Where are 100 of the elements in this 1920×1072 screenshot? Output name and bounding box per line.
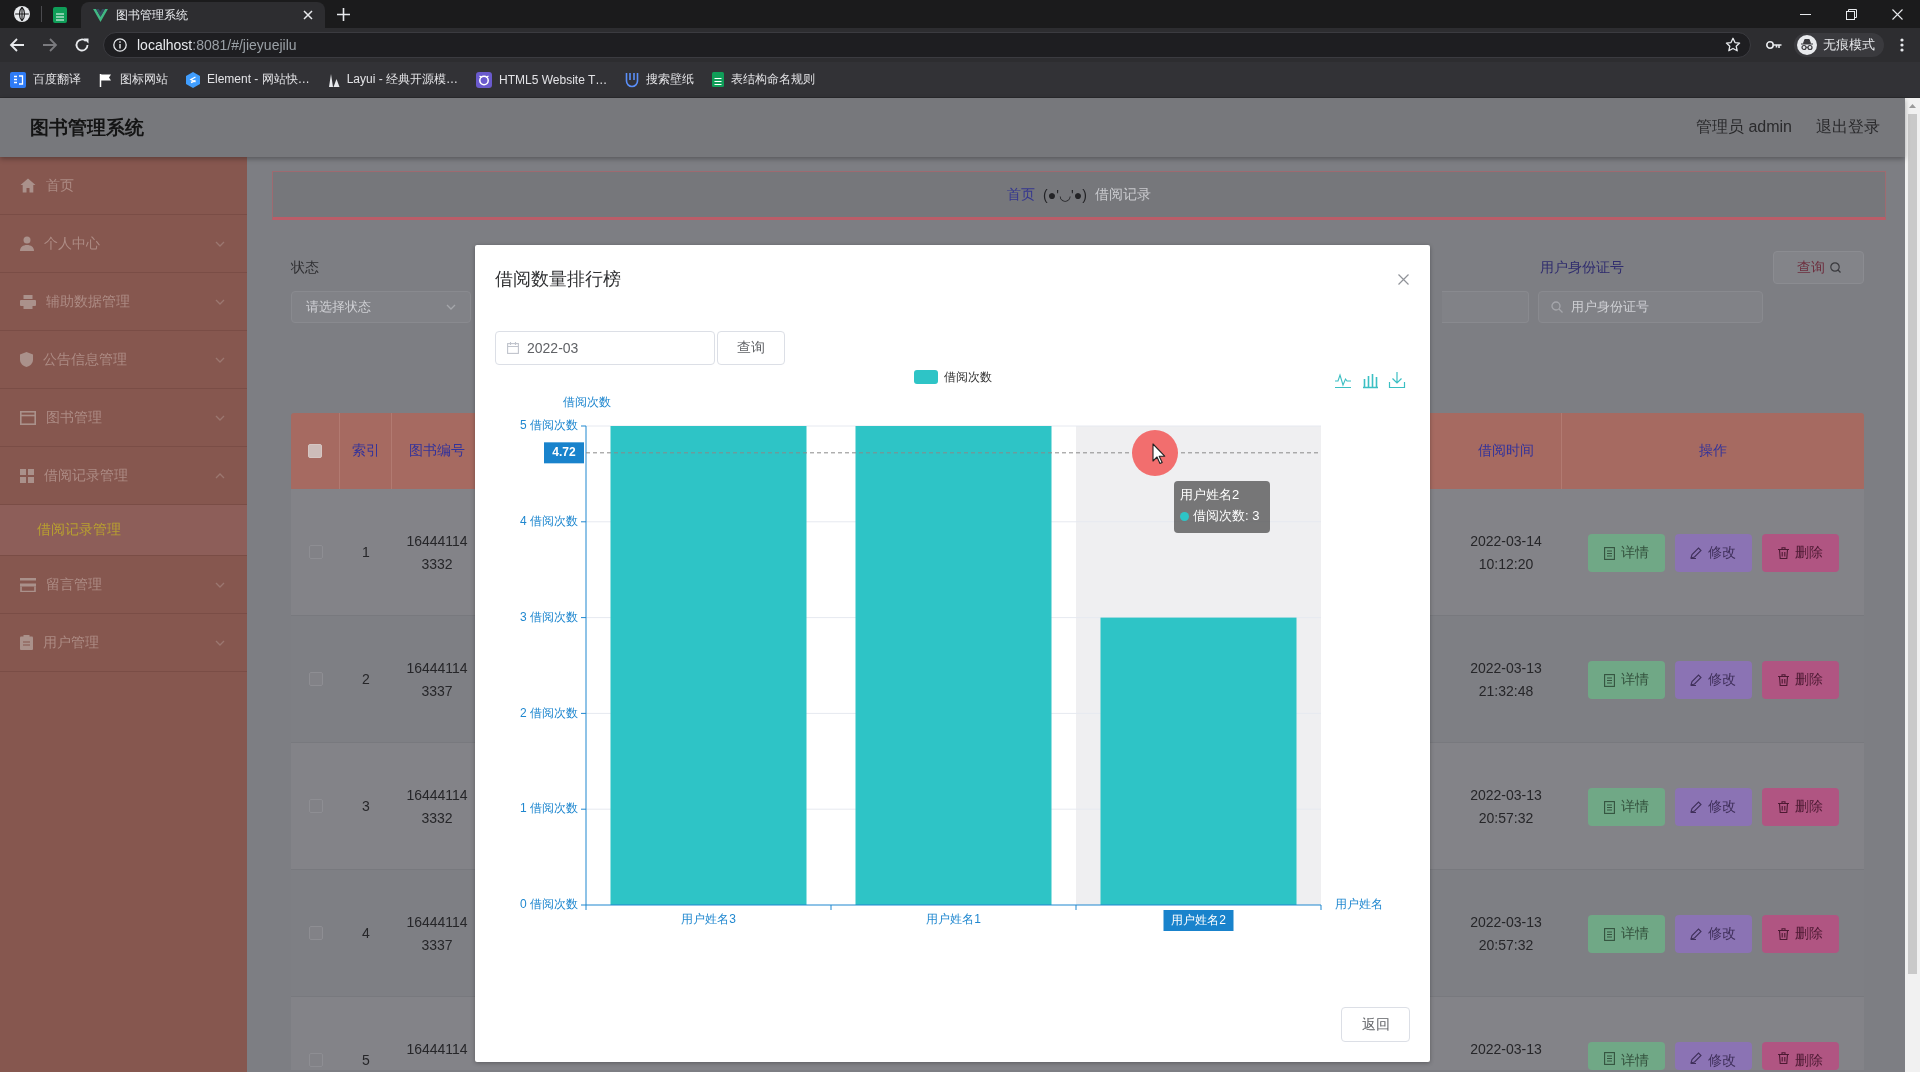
breadcrumb-separator: (●'◡'●) bbox=[1043, 186, 1087, 203]
pen-icon bbox=[1690, 801, 1702, 813]
axis-title: 用户姓名 bbox=[1335, 897, 1383, 912]
axis-label: 用户姓名3 bbox=[681, 912, 736, 927]
column-header: 索引 bbox=[351, 442, 380, 460]
info-icon[interactable] bbox=[113, 38, 127, 52]
detail-button[interactable]: 详情 bbox=[1587, 534, 1665, 572]
bar-chart-icon[interactable] bbox=[1362, 373, 1379, 389]
ref-line-label: 4.72 bbox=[552, 445, 576, 460]
axis-pointer-label: 用户姓名2 bbox=[1163, 910, 1234, 931]
trash-icon bbox=[1777, 547, 1789, 559]
grid-icon bbox=[20, 468, 34, 483]
browser-tab[interactable]: 图书管理系统 bbox=[81, 2, 325, 28]
axis-label: 1 借阅次数 bbox=[520, 801, 578, 816]
query-button[interactable]: 查询 bbox=[717, 331, 785, 365]
bookmark[interactable]: Layui - 经典开源模… bbox=[318, 71, 468, 88]
delete-button[interactable]: 删除 bbox=[1761, 661, 1839, 699]
edit-button[interactable]: 修改 bbox=[1674, 534, 1752, 572]
axis-label: 0 借阅次数 bbox=[520, 897, 578, 912]
key-icon[interactable] bbox=[1766, 40, 1782, 50]
frame-icon bbox=[20, 410, 36, 425]
line-chart-icon[interactable] bbox=[1334, 373, 1352, 389]
table-cell-text: 2022-03-13 20:57:32 bbox=[1469, 786, 1543, 828]
bookmark[interactable]: 百度翻译 bbox=[1, 71, 90, 88]
home-icon bbox=[20, 178, 36, 193]
search-icon bbox=[1829, 262, 1841, 273]
table-cell-text: 164441143337 bbox=[405, 913, 469, 955]
document-icon bbox=[1603, 927, 1615, 941]
bookmark[interactable]: 搜索壁纸 bbox=[616, 71, 704, 88]
table-cell-text: 164441143337 bbox=[405, 659, 469, 701]
back-icon[interactable] bbox=[9, 37, 25, 53]
trash-icon bbox=[1777, 1052, 1789, 1064]
logout-link[interactable]: 退出登录 bbox=[1816, 117, 1880, 138]
download-icon[interactable] bbox=[1388, 371, 1406, 389]
tooltip-value: 借阅次数: 3 bbox=[1193, 507, 1260, 525]
edit-button[interactable]: 修改 bbox=[1674, 915, 1752, 953]
status-select[interactable]: 请选择状态 bbox=[291, 291, 471, 323]
table-cell-text: 16444114 bbox=[405, 1040, 469, 1059]
delete-button[interactable]: 删除 bbox=[1761, 1042, 1839, 1070]
submenu-item[interactable]: 借阅记录管理 bbox=[0, 505, 247, 555]
new-tab-icon[interactable] bbox=[337, 7, 350, 21]
axis-label: 3 借阅次数 bbox=[520, 609, 578, 624]
id-number-field[interactable]: 用户身份证号 bbox=[1538, 291, 1763, 323]
month-picker[interactable]: 2022-03 bbox=[495, 331, 715, 365]
horseshoe-icon bbox=[625, 71, 640, 88]
legend-swatch-icon[interactable] bbox=[914, 370, 938, 384]
star-icon[interactable] bbox=[1725, 37, 1741, 53]
scrollbar[interactable] bbox=[1905, 98, 1920, 1072]
trash-icon bbox=[1777, 928, 1789, 940]
column-header: 图书编号 bbox=[408, 442, 465, 460]
bookmark[interactable]: 表结构命名规则 bbox=[703, 71, 825, 88]
table-cell-text: 2022-03-13 20:57:32 bbox=[1469, 913, 1543, 955]
edit-button[interactable]: 修改 bbox=[1674, 1042, 1752, 1070]
bookmark[interactable]: 图标网站 bbox=[90, 71, 177, 88]
trash-icon bbox=[1777, 674, 1789, 686]
delete-button[interactable]: 删除 bbox=[1761, 788, 1839, 826]
breadcrumb-link[interactable]: 首页 bbox=[1007, 185, 1036, 204]
reload-icon[interactable] bbox=[74, 37, 90, 53]
incognito-badge[interactable]: 无痕模式 bbox=[1794, 33, 1884, 57]
app-title: 图书管理系统 bbox=[30, 115, 144, 140]
checkbox[interactable] bbox=[308, 444, 322, 458]
legend-label[interactable]: 借阅次数 bbox=[944, 369, 992, 384]
table-cell-text: 1 bbox=[362, 543, 370, 562]
tooltip-title: 用户姓名2 bbox=[1180, 486, 1241, 504]
detail-button[interactable]: 详情 bbox=[1587, 788, 1665, 826]
table-cell-text: 2022-03-14 10:12:20 bbox=[1469, 532, 1543, 574]
tray-icon bbox=[20, 577, 36, 592]
table-cell-text: 3 bbox=[362, 797, 370, 816]
axis-label: 用户姓名1 bbox=[926, 912, 981, 927]
edit-button[interactable]: 修改 bbox=[1674, 661, 1752, 699]
edit-button[interactable]: 修改 bbox=[1674, 788, 1752, 826]
delete-button[interactable]: 删除 bbox=[1761, 915, 1839, 953]
menu-icon[interactable] bbox=[1900, 38, 1904, 52]
detail-button[interactable]: 详情 bbox=[1587, 661, 1665, 699]
restore-icon[interactable] bbox=[1845, 8, 1857, 20]
series-dot-icon bbox=[1180, 511, 1189, 521]
detail-button[interactable]: 详情 bbox=[1587, 1042, 1665, 1070]
pen-icon bbox=[1690, 928, 1702, 940]
delete-button[interactable]: 删除 bbox=[1761, 534, 1839, 572]
flag-icon bbox=[99, 72, 113, 87]
cursor-icon bbox=[1132, 430, 1178, 476]
search-button[interactable]: 查询 bbox=[1773, 251, 1864, 284]
filter-label: 状态 bbox=[291, 258, 320, 277]
sheet-icon bbox=[53, 7, 67, 23]
table-cell-text: 4 bbox=[362, 924, 370, 943]
printer-icon bbox=[20, 294, 36, 309]
hexagon-icon bbox=[186, 71, 200, 88]
globe-icon[interactable] bbox=[14, 6, 30, 22]
minimize-icon[interactable] bbox=[1799, 13, 1811, 15]
user-label: 管理员 admin bbox=[1695, 117, 1792, 137]
bookmark[interactable]: HTML5 Website T… bbox=[467, 71, 617, 88]
shield-icon bbox=[20, 352, 33, 367]
address-bar[interactable]: localhost:8081/#/jieyuejilu bbox=[103, 32, 1751, 58]
axis-label: 5 借阅次数 bbox=[520, 418, 578, 433]
bookmark[interactable]: Element - 网站快… bbox=[177, 71, 319, 88]
scroll-up-icon[interactable] bbox=[1909, 104, 1916, 108]
detail-button[interactable]: 详情 bbox=[1587, 915, 1665, 953]
back-button[interactable]: 返回 bbox=[1341, 1007, 1410, 1042]
filter-label: 用户身份证号 bbox=[1539, 258, 1625, 277]
calendar-icon bbox=[507, 342, 519, 354]
